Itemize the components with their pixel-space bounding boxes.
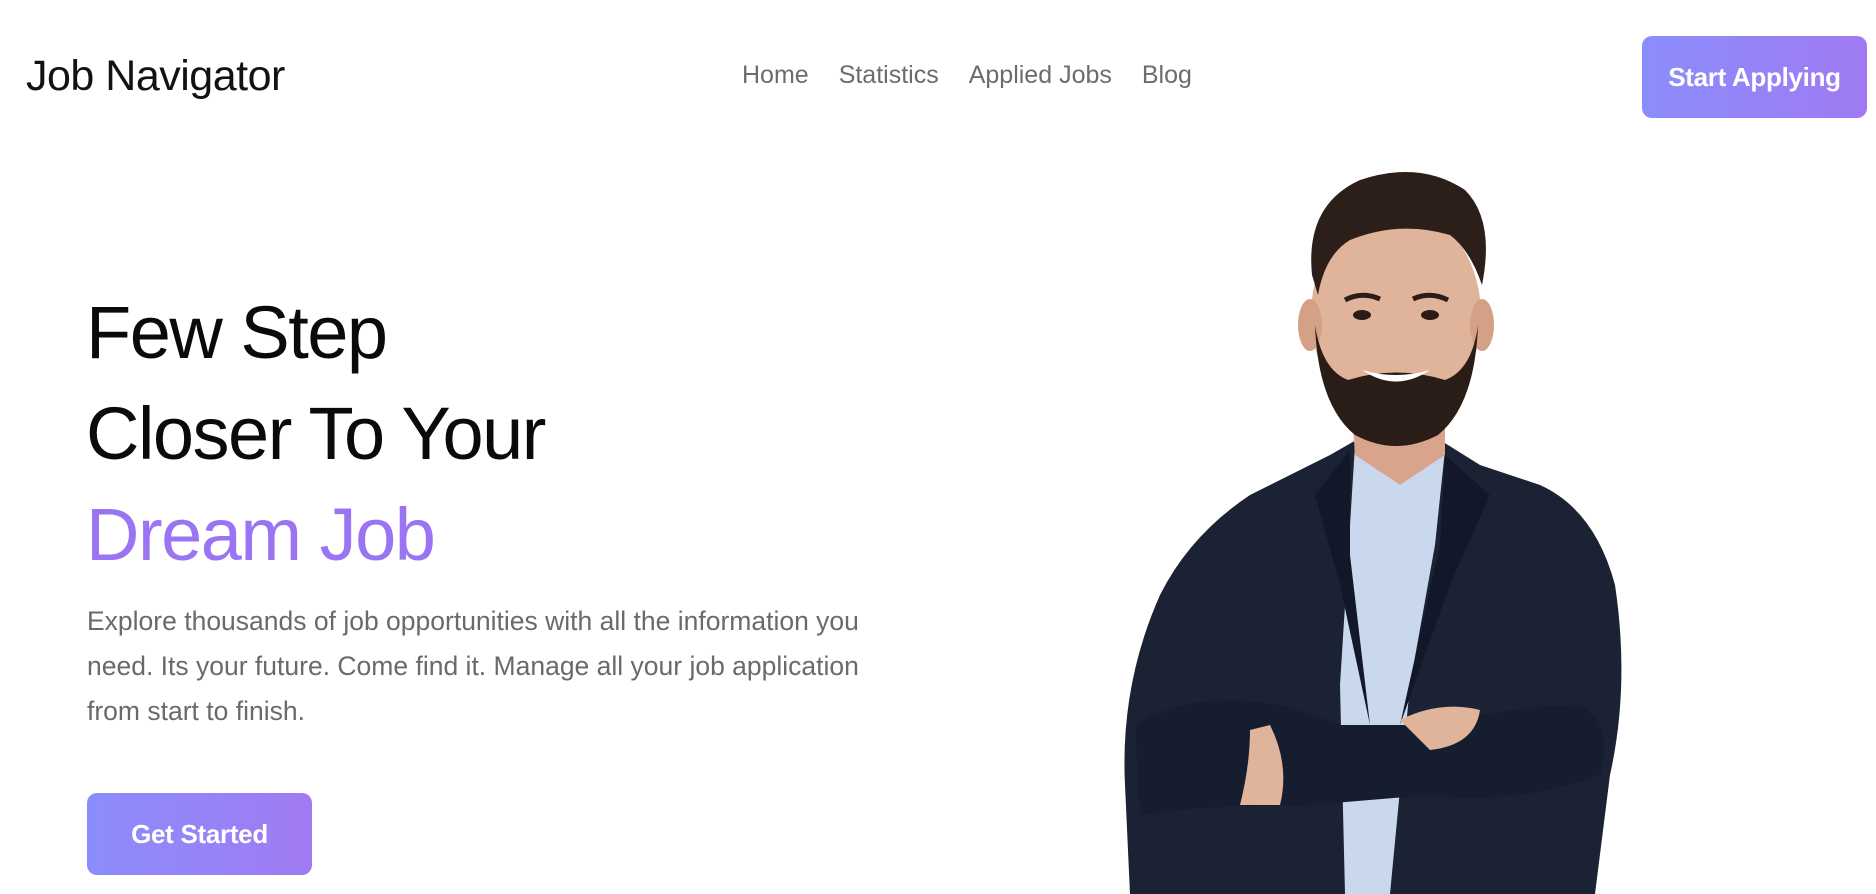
main-nav: Home Statistics Applied Jobs Blog xyxy=(742,61,1192,90)
hero-title-line-1: Few Step xyxy=(86,291,388,374)
landing-page: Job Navigator Home Statistics Applied Jo… xyxy=(0,0,1876,894)
hero-description: Explore thousands of job opportunities w… xyxy=(87,606,859,726)
nav-home[interactable]: Home xyxy=(742,61,809,90)
hero-title: Few Step Closer To Your Dream Job xyxy=(86,282,546,585)
nav-blog[interactable]: Blog xyxy=(1142,61,1192,90)
hero-title-line-2: Closer To Your xyxy=(86,392,546,475)
get-started-button[interactable]: Get Started xyxy=(87,793,312,875)
nav-statistics[interactable]: Statistics xyxy=(839,61,939,90)
hero-portrait-image xyxy=(1124,172,1622,894)
hero-title-accent: Dream Job xyxy=(86,493,436,576)
nav-applied-jobs[interactable]: Applied Jobs xyxy=(969,61,1112,90)
site-logo[interactable]: Job Navigator xyxy=(26,52,285,101)
start-applying-button[interactable]: Start Applying xyxy=(1642,36,1867,118)
